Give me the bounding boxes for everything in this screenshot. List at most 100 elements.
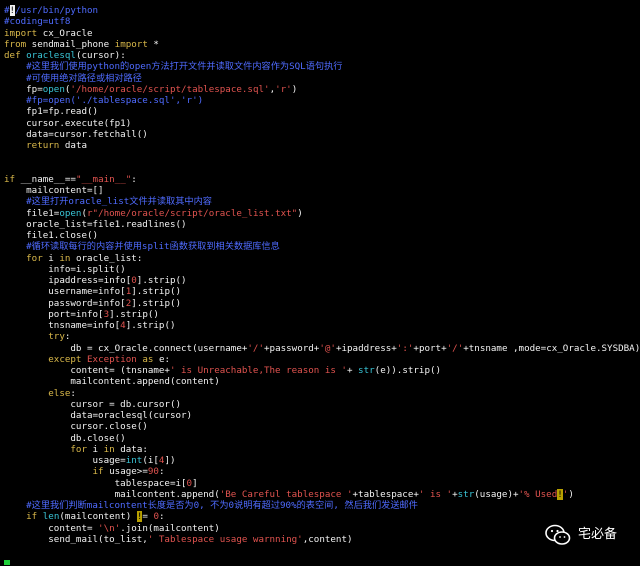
code-line[interactable]: def oraclesql(cursor): (4, 50, 640, 61)
code-token: data=cursor.fetchall() (4, 128, 148, 140)
code-line[interactable]: tnsname=info[4].strip() (4, 320, 640, 331)
code-token: e: (153, 353, 171, 365)
code-token: ].strip() (136, 275, 187, 286)
code-token: cursor.execute(fp1) (4, 117, 132, 129)
code-token: +tablespace+ (352, 488, 419, 500)
code-line[interactable]: tablespace=i[0] (4, 478, 640, 489)
code-token: __name__== (15, 173, 76, 185)
code-line[interactable]: #coding=utf8 (4, 16, 640, 27)
code-token: str (358, 365, 375, 376)
code-line[interactable]: else: (4, 388, 640, 399)
code-token: ] (192, 477, 198, 489)
code-line[interactable]: username=info[1].strip() (4, 286, 640, 297)
code-line[interactable]: import cx_Oracle (4, 28, 640, 39)
code-line[interactable]: if usage>=90: (4, 466, 640, 477)
code-token: import (4, 27, 38, 39)
code-line[interactable]: fp1=fp.read() (4, 106, 640, 117)
code-token: : (131, 173, 137, 185)
code-line[interactable]: oracle_list=file1.readlines() (4, 219, 640, 230)
code-token: ) (297, 207, 303, 219)
code-line[interactable]: #循环读取每行的内容并使用split函数获取到相关数据库信息 (4, 241, 640, 252)
code-token: oracle_list=file1.readlines() (4, 218, 187, 230)
code-token: ' is ' (418, 488, 453, 500)
code-line[interactable] (4, 163, 640, 174)
code-line[interactable]: #!/usr/bin/python (4, 5, 640, 16)
code-line[interactable]: ipaddress=info[0].strip() (4, 275, 640, 286)
code-token: tablespace=i[ (4, 477, 187, 489)
code-line[interactable]: #这里我们判断mailcontent长度是否为0, 不为0说明有超过90%的表空… (4, 500, 640, 511)
code-token: sendmail_phone (26, 38, 115, 50)
code-line[interactable]: cursor.execute(fp1) (4, 118, 640, 129)
code-token: except (48, 353, 82, 365)
code-token: /usr/bin/python (15, 5, 99, 16)
code-token: oracle_list: (70, 252, 143, 264)
code-line[interactable]: info=i.split() (4, 264, 640, 275)
code-line[interactable]: mailcontent=[] (4, 185, 640, 196)
code-line[interactable]: #可使用绝对路径或相对路径 (4, 73, 640, 84)
code-line[interactable]: password=info[2].strip() (4, 298, 640, 309)
code-line[interactable]: #fp=open('./tablespace.sql','r') (4, 95, 640, 106)
code-token: data: (114, 443, 148, 455)
code-token: (e)).strip() (374, 365, 442, 376)
code-token: ].strip() (109, 308, 159, 320)
code-line[interactable]: return data (4, 140, 640, 151)
code-line[interactable]: for i in oracle_list: (4, 253, 640, 264)
code-token: '% Used (518, 488, 558, 500)
code-line[interactable]: file1=open(r"/home/oracle/script/oracle_… (4, 208, 640, 219)
code-token: data=oraclesql(cursor) (4, 410, 193, 421)
code-token: cursor = db.cursor() (4, 398, 182, 410)
code-line[interactable]: mailcontent.append('Be Careful tablespac… (4, 488, 640, 500)
code-token: '@' (319, 342, 336, 354)
code-token: (i[ (142, 455, 159, 466)
code-token: cx_Oracle (37, 27, 93, 39)
code-token: info=i.split() (4, 263, 126, 275)
code-line[interactable]: except Exception as e: (4, 354, 640, 365)
code-line[interactable]: fp=open('/home/oracle/script/tablespace.… (4, 84, 640, 95)
code-token: file1= (4, 207, 60, 219)
code-line[interactable]: content= (tnsname+' is Unreachable,The r… (4, 365, 640, 376)
code-token: +port+ (413, 342, 447, 354)
code-token: (mailcontent) (59, 511, 137, 523)
watermark-text: 宅必备 (578, 527, 618, 543)
code-line[interactable]: file1.close() (4, 230, 640, 241)
code-token: ]) (164, 455, 176, 466)
code-token: open (42, 83, 65, 95)
code-token: mailcontent.append(content) (4, 376, 220, 388)
code-line[interactable]: #这里打开oracle_list文件并读取其中内容 (4, 196, 640, 207)
code-editor[interactable]: #!/usr/bin/python #coding=utf8 import cx_O… (4, 5, 640, 545)
code-token: #这里我们使用python的open方法打开文件并读取文件内容作为SQL语句执行 (4, 61, 343, 73)
code-line[interactable]: data=cursor.fetchall() (4, 129, 640, 140)
code-token: '/home/oracle/script/tablespace.sql' (70, 83, 270, 95)
status-cursor (4, 560, 10, 565)
code-token: : (70, 387, 76, 399)
code-line[interactable]: #这里我们使用python的open方法打开文件并读取文件内容作为SQL语句执行 (4, 61, 640, 72)
code-line[interactable]: mailcontent.append(content) (4, 376, 640, 387)
code-line[interactable] (4, 151, 640, 162)
code-line[interactable]: cursor = db.cursor() (4, 399, 640, 410)
code-token: Exception (87, 353, 137, 365)
code-line[interactable]: db = cx_Oracle.connect(username+'/'+pass… (4, 343, 640, 354)
code-token: open (59, 207, 82, 219)
code-token: #这里我们判断mailcontent长度是否为0, 不为0说明有超过90%的表空… (4, 500, 418, 511)
code-line[interactable]: port=info[3].strip() (4, 309, 640, 320)
code-line[interactable]: db.close() (4, 433, 640, 444)
code-line[interactable]: data=oraclesql(cursor) (4, 410, 640, 421)
code-token: 'r' (275, 83, 292, 95)
code-token: db.close() (4, 432, 126, 444)
code-line[interactable]: try: (4, 331, 640, 342)
code-line[interactable]: if len(mailcontent) != 0: (4, 511, 640, 523)
code-line[interactable]: for i in data: (4, 444, 640, 455)
code-token: i (87, 443, 104, 455)
code-line[interactable]: if __name__=="__main__": (4, 174, 640, 185)
code-token: port=info[ (4, 308, 104, 320)
code-token: if (26, 511, 38, 523)
code-line[interactable]: from sendmail_phone import * (4, 39, 640, 50)
code-line[interactable]: cursor.close() (4, 421, 640, 432)
code-token: ) (291, 83, 298, 95)
code-line[interactable]: usage=int(i[4]) (4, 455, 640, 466)
